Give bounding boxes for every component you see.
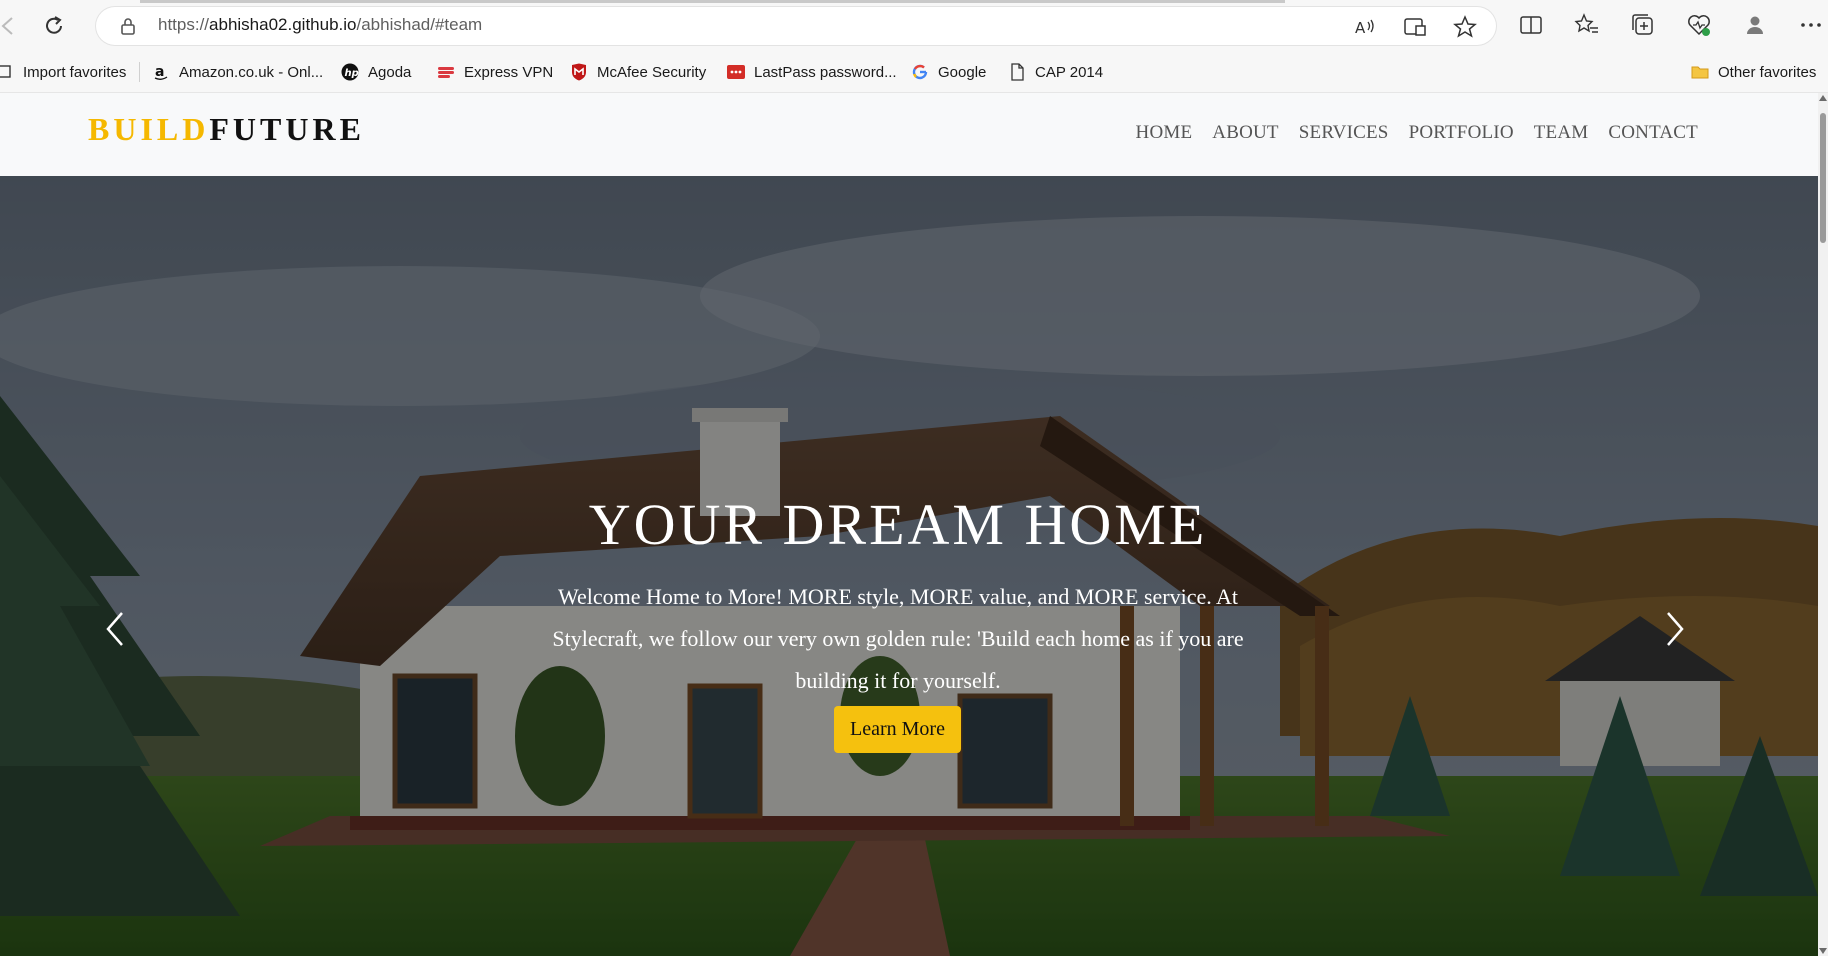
site-logo[interactable]: BUILDFUTURE <box>88 111 365 148</box>
bookmark-amazon[interactable]: a Amazon.co.uk - Onl... <box>152 61 323 83</box>
loading-progress <box>140 0 1285 3</box>
carousel-prev-icon[interactable] <box>100 609 130 649</box>
nav-portfolio[interactable]: PORTFOLIO <box>1409 122 1514 144</box>
browser-toolbar: https://abhisha02.github.io/abhishad/#te… <box>0 0 1828 52</box>
bookmark-cap-2014[interactable]: CAP 2014 <box>1008 61 1103 83</box>
lastpass-icon <box>727 65 745 79</box>
bookmark-other-favorites[interactable]: Other favorites <box>1691 61 1816 83</box>
carousel-next-icon[interactable] <box>1660 609 1690 649</box>
split-screen-icon[interactable] <box>1518 12 1544 38</box>
bookmark-lastpass[interactable]: LastPass password... <box>727 61 897 83</box>
nav-services[interactable]: SERVICES <box>1299 122 1389 144</box>
address-bar[interactable]: https://abhisha02.github.io/abhishad/#te… <box>96 7 1496 45</box>
lock-icon[interactable] <box>118 16 138 36</box>
site-menu: HOME ABOUT SERVICES PORTFOLIO TEAM CONTA… <box>1136 122 1698 144</box>
folder-icon <box>1691 66 1709 79</box>
more-options-icon[interactable] <box>1798 12 1824 38</box>
expressvpn-icon <box>438 67 454 78</box>
bookmarks-bar: Import favorites a Amazon.co.uk - Onl...… <box>0 52 1828 93</box>
document-icon <box>1011 63 1024 81</box>
scroll-up-arrow[interactable] <box>1819 95 1827 101</box>
svg-text:hp: hp <box>345 68 359 79</box>
favorite-star-icon[interactable] <box>1452 14 1478 40</box>
mcafee-icon <box>572 63 586 81</box>
page-viewport: BUILDFUTURE HOME ABOUT SERVICES PORTFOLI… <box>0 93 1828 956</box>
back-icon[interactable] <box>0 12 22 40</box>
bookmark-express-vpn[interactable]: Express VPN <box>437 61 553 83</box>
bookmark-agoda[interactable]: hp Agoda <box>341 61 411 83</box>
read-aloud-icon[interactable]: A <box>1352 14 1378 40</box>
nav-home[interactable]: HOME <box>1136 122 1193 144</box>
bookmark-google[interactable]: Google <box>911 61 986 83</box>
google-icon <box>912 64 928 80</box>
nav-team[interactable]: TEAM <box>1534 122 1589 144</box>
svg-text:A: A <box>1355 19 1366 37</box>
amazon-icon: a <box>154 64 168 80</box>
collections-icon[interactable] <box>1630 12 1656 38</box>
profile-avatar-icon[interactable] <box>1742 12 1768 38</box>
scroll-down-arrow[interactable] <box>1819 948 1827 954</box>
hero-carousel: YOUR DREAM HOME Welcome Home to More! MO… <box>0 176 1818 956</box>
svg-text:a: a <box>155 64 164 80</box>
refresh-icon[interactable] <box>40 12 68 40</box>
immersive-reader-icon[interactable] <box>1402 14 1428 40</box>
browser-essentials-icon[interactable] <box>1686 12 1712 38</box>
scrollbar-thumb[interactable] <box>1820 113 1826 243</box>
import-icon <box>0 65 11 78</box>
favorites-list-icon[interactable] <box>1574 12 1600 38</box>
url-text[interactable]: https://abhisha02.github.io/abhishad/#te… <box>158 15 482 35</box>
nav-about[interactable]: ABOUT <box>1212 122 1278 144</box>
page-scrollbar[interactable] <box>1818 93 1828 956</box>
bookmark-import-favorites[interactable]: Import favorites <box>0 61 126 83</box>
hero-dark-overlay <box>0 176 1818 956</box>
hero-title: YOUR DREAM HOME <box>588 492 1208 557</box>
learn-more-button[interactable]: Learn More <box>834 706 961 753</box>
site-navbar: BUILDFUTURE HOME ABOUT SERVICES PORTFOLI… <box>0 93 1818 176</box>
hero-description: Welcome Home to More! MORE style, MORE v… <box>552 584 1244 693</box>
hp-icon: hp <box>341 63 359 81</box>
bookmark-separator <box>139 62 140 82</box>
nav-contact[interactable]: CONTACT <box>1608 122 1698 144</box>
bookmark-mcafee[interactable]: McAfee Security <box>570 61 706 83</box>
